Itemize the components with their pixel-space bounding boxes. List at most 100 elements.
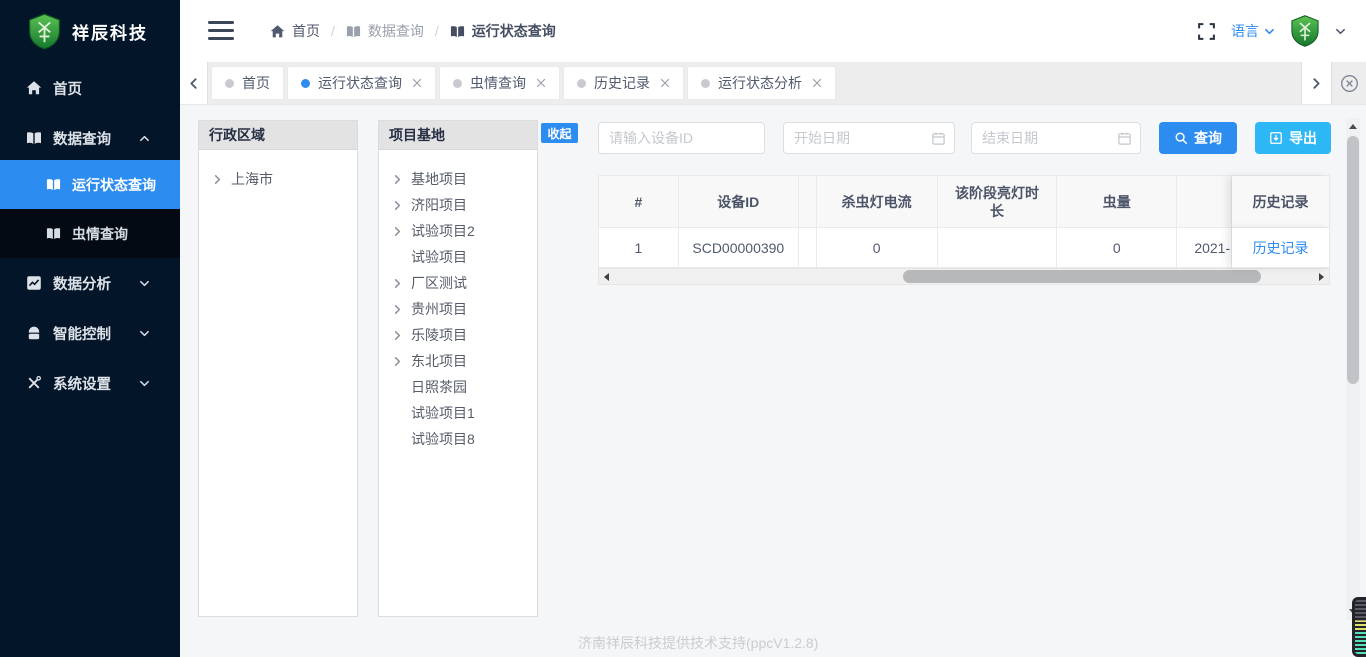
- start-date-input[interactable]: [784, 123, 954, 153]
- tree-item[interactable]: 东北项目: [379, 348, 537, 374]
- v-scroll-up-arrow[interactable]: [1349, 124, 1357, 129]
- language-dropdown[interactable]: 语言: [1231, 21, 1275, 41]
- h-scroll-thumb[interactable]: [903, 270, 1261, 283]
- tree-item[interactable]: 上海市: [199, 166, 357, 192]
- sidebar-item-label: 智能控制: [53, 323, 111, 344]
- tab-strip: 首页 运行状态查询 虫情查询 历史记录: [208, 62, 1300, 104]
- chevron-right-icon[interactable]: [392, 304, 411, 315]
- tree-item[interactable]: 乐陵项目: [379, 322, 537, 348]
- tab-scroll-left-button[interactable]: [180, 62, 208, 104]
- tree-item[interactable]: 基地项目: [379, 166, 537, 192]
- tree-item[interactable]: 贵州项目: [379, 296, 537, 322]
- tree-item-label: 上海市: [231, 169, 273, 189]
- tree-item-label: 试验项目8: [411, 429, 475, 449]
- export-button[interactable]: 导出: [1255, 122, 1331, 154]
- tree-item[interactable]: 试验项目1: [379, 400, 537, 426]
- tab-close-icon[interactable]: [660, 78, 670, 88]
- header-cell-time-clipped: [1177, 176, 1232, 228]
- device-id-input[interactable]: [598, 122, 765, 154]
- region-panel: 行政区域 上海市: [198, 120, 358, 617]
- tab[interactable]: 运行状态查询: [287, 66, 436, 100]
- sidebar-item-label: 数据分析: [53, 273, 111, 294]
- history-link[interactable]: 历史记录: [1253, 238, 1309, 258]
- sidebar-item-run-status-query[interactable]: 运行状态查询: [0, 160, 180, 209]
- home-icon: [26, 80, 42, 96]
- tree-item[interactable]: 试验项目: [379, 244, 537, 270]
- sidebar-item-smart-control[interactable]: 智能控制: [0, 315, 180, 351]
- sidebar-item-data-analysis[interactable]: 数据分析: [0, 265, 180, 301]
- project-tree: 基地项目 济阳项目 试验项目2: [379, 150, 537, 452]
- start-date-field: [783, 122, 955, 154]
- chevron-right-icon[interactable]: [392, 330, 411, 341]
- main-content: 行政区域 上海市 项目基地: [180, 105, 1366, 657]
- tree-item[interactable]: 试验项目2: [379, 218, 537, 244]
- tab-status-dot: [577, 79, 586, 88]
- cell-index: 1: [599, 228, 679, 268]
- chevron-right-icon[interactable]: [392, 278, 411, 289]
- menu-toggle-button[interactable]: [208, 21, 234, 40]
- v-scrollbar[interactable]: [1346, 118, 1360, 620]
- tree-item[interactable]: 厂区测试: [379, 270, 537, 296]
- breadcrumb-separator: /: [331, 23, 335, 39]
- h-scroll-right-arrow[interactable]: [1319, 273, 1324, 281]
- header-cell-light-duration: 该阶段亮灯时长: [938, 176, 1058, 228]
- chevron-down-icon[interactable]: [1335, 26, 1346, 37]
- breadcrumb-item-home[interactable]: 首页: [270, 21, 320, 41]
- tree-item-label: 试验项目: [411, 247, 467, 267]
- sidebar-item-system-settings[interactable]: 系统设置: [0, 365, 180, 401]
- chart-icon: [26, 275, 42, 291]
- topbar-actions: 语言: [1197, 0, 1346, 62]
- chevron-right-icon[interactable]: [392, 356, 411, 367]
- tree-item[interactable]: 济阳项目: [379, 192, 537, 218]
- close-all-tabs-button[interactable]: [1332, 62, 1366, 104]
- tab[interactable]: 虫情查询: [439, 66, 560, 100]
- cell-device-id: SCD00000390: [679, 228, 799, 268]
- header-cell-clipped: [799, 176, 817, 228]
- tab-close-icon[interactable]: [412, 78, 422, 88]
- calendar-icon[interactable]: [1117, 131, 1132, 146]
- brand[interactable]: 祥辰科技: [0, 0, 180, 62]
- tab-close-icon[interactable]: [812, 78, 822, 88]
- fullscreen-icon[interactable]: [1197, 22, 1216, 41]
- sidebar-item-insect-query[interactable]: 虫情查询: [0, 209, 180, 258]
- region-tree: 上海市: [199, 150, 357, 192]
- tree-item-label: 东北项目: [411, 351, 467, 371]
- chevron-down-icon: [139, 378, 150, 389]
- tab-status-dot: [453, 79, 462, 88]
- chevron-left-icon: [187, 77, 200, 90]
- robot-icon: [26, 325, 42, 341]
- query-button[interactable]: 查询: [1159, 122, 1237, 154]
- brand-logo-icon: [28, 13, 61, 50]
- avatar[interactable]: [1290, 15, 1320, 47]
- tab[interactable]: 运行状态分析: [687, 66, 836, 100]
- tree-item[interactable]: 日照茶园: [379, 374, 537, 400]
- end-date-input[interactable]: [972, 123, 1140, 153]
- tab-scroll-right-button[interactable]: [1301, 62, 1332, 104]
- cell-clipped: [799, 228, 817, 268]
- tree-item-label: 基地项目: [411, 169, 467, 189]
- export-icon: [1269, 131, 1283, 145]
- tree-item-label: 贵州项目: [411, 299, 467, 319]
- sidebar-item-data-query[interactable]: 数据查询: [0, 120, 180, 156]
- tools-icon: [26, 375, 42, 391]
- tab[interactable]: 首页: [211, 66, 284, 100]
- tabbar: 首页 运行状态查询 虫情查询 历史记录: [180, 62, 1366, 105]
- h-scrollbar[interactable]: [598, 268, 1330, 285]
- chevron-right-icon[interactable]: [392, 200, 411, 211]
- sidebar-item-home[interactable]: 首页: [0, 70, 180, 106]
- book-icon: [46, 226, 61, 241]
- tab-label: 历史记录: [594, 73, 650, 93]
- tab[interactable]: 历史记录: [563, 66, 684, 100]
- breadcrumb-item-data-query[interactable]: 数据查询: [346, 21, 424, 41]
- v-scroll-thumb[interactable]: [1347, 136, 1359, 384]
- h-scroll-left-arrow[interactable]: [604, 273, 609, 281]
- tree-item-label: 乐陵项目: [411, 325, 467, 345]
- calendar-icon[interactable]: [931, 131, 946, 146]
- chevron-right-icon[interactable]: [392, 174, 411, 185]
- tree-item[interactable]: 试验项目8: [379, 426, 537, 452]
- chevron-right-icon[interactable]: [212, 174, 231, 185]
- chevron-right-icon[interactable]: [392, 226, 411, 237]
- tab-close-icon[interactable]: [536, 78, 546, 88]
- collapse-panels-button[interactable]: 收起: [541, 123, 578, 143]
- region-panel-title: 行政区域: [199, 121, 357, 150]
